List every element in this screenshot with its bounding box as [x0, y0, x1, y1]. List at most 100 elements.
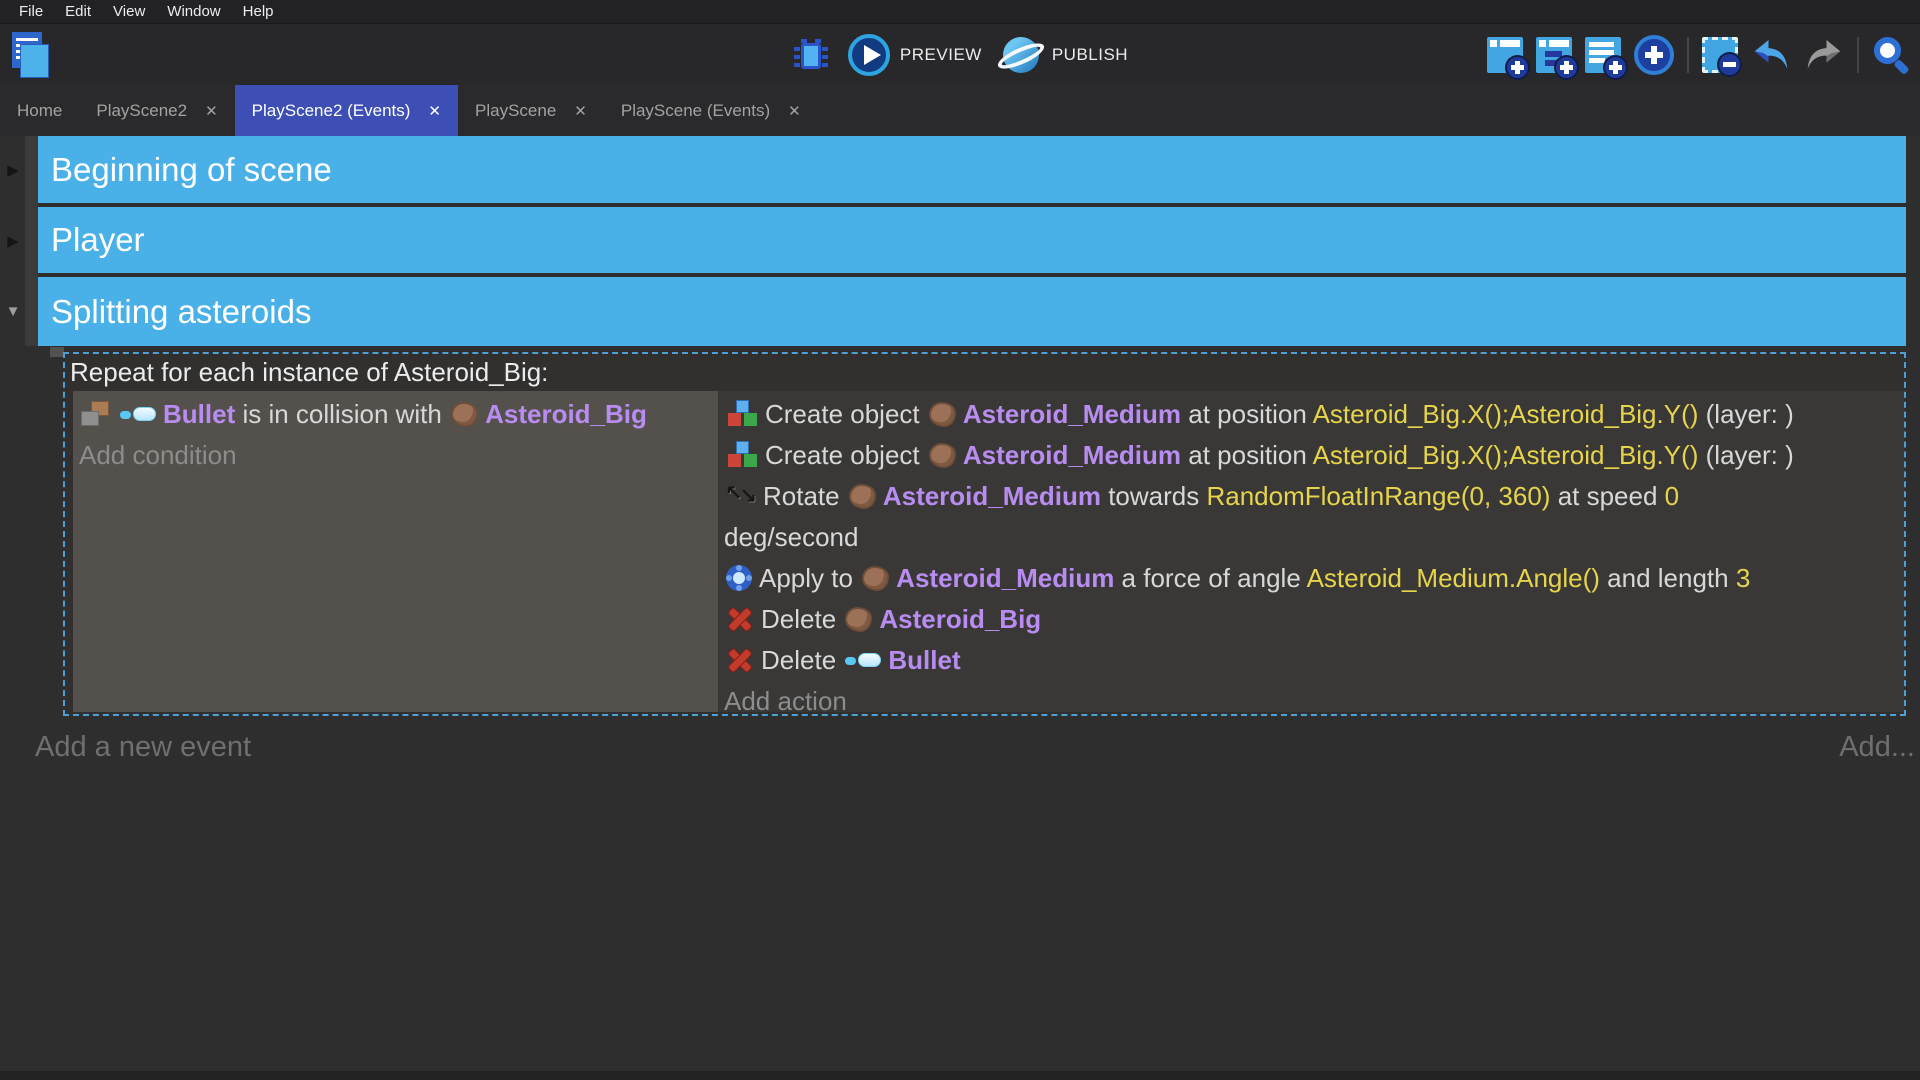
create-icon — [726, 439, 758, 471]
tab-playscene2[interactable]: PlayScene2 ✕ — [79, 85, 234, 136]
text-part: Create object — [765, 399, 927, 429]
tab-label: PlayScene2 — [96, 101, 187, 121]
event-drag-handle[interactable] — [50, 347, 64, 357]
tab-label: PlayScene (Events) — [621, 101, 770, 121]
text-part: Asteroid_Medium — [963, 440, 1181, 470]
tab-label: PlayScene — [475, 101, 556, 121]
close-icon[interactable]: ✕ — [205, 102, 218, 120]
add-event-button[interactable] — [1487, 37, 1523, 73]
undo-button[interactable] — [1751, 35, 1791, 75]
asteroid-icon — [929, 443, 956, 468]
text-part: Asteroid_Medium.Angle() — [1307, 563, 1600, 593]
tab-bar: Home PlayScene2 ✕ PlayScene2 (Events) ✕ … — [0, 85, 1920, 136]
collapse-arrow[interactable]: ▶ — [3, 207, 23, 274]
close-icon[interactable]: ✕ — [788, 102, 801, 120]
text-part: deg/second — [724, 522, 858, 552]
play-icon — [848, 34, 890, 76]
text-part: Delete — [761, 604, 843, 634]
menu-window[interactable]: Window — [156, 3, 231, 20]
add-subevent-button[interactable] — [1536, 37, 1572, 73]
horizontal-scrollbar[interactable] — [0, 1071, 1920, 1080]
menu-file[interactable]: File — [8, 3, 54, 20]
text-part: Asteroid_Big — [879, 604, 1041, 634]
publish-label: PUBLISH — [1052, 45, 1128, 65]
condition-row[interactable]: Bullet is in collision with Asteroid_Big — [79, 394, 712, 435]
event-group-splitting-asteroids[interactable]: Splitting asteroids — [38, 277, 1906, 346]
tab-playscene-events[interactable]: PlayScene (Events) ✕ — [604, 85, 818, 136]
bullet-icon — [845, 652, 881, 669]
undo-icon — [1751, 35, 1791, 75]
group-title: Player — [51, 221, 145, 259]
text-part: Bullet — [888, 645, 960, 675]
event-body: Bullet is in collision with Asteroid_Big… — [73, 391, 1904, 712]
text-part: and length — [1600, 563, 1736, 593]
tab-home[interactable]: Home — [0, 85, 79, 136]
menu-view[interactable]: View — [102, 3, 156, 20]
text-part: Rotate — [763, 481, 847, 511]
events-sheet: ▶ Beginning of scene ▶ Player ▼ Splittin… — [0, 136, 1920, 1071]
group-title: Beginning of scene — [51, 151, 332, 189]
action-row-rotate[interactable]: Rotate Asteroid_Medium towards RandomFlo… — [724, 476, 1900, 558]
event-group-beginning-of-scene[interactable]: Beginning of scene — [38, 136, 1906, 203]
text-part: at speed — [1550, 481, 1664, 511]
publish-button[interactable]: PUBLISH — [1000, 34, 1128, 76]
text-part: Delete — [761, 645, 843, 675]
action-row-create-2[interactable]: Create object Asteroid_Medium at positio… — [724, 435, 1900, 476]
text-part: Asteroid_Big — [485, 399, 647, 429]
action-row-delete-asteroid[interactable]: Delete Asteroid_Big — [724, 599, 1900, 640]
text-part: towards — [1101, 481, 1207, 511]
text-part: Bullet — [163, 399, 235, 429]
selected-event[interactable]: Repeat for each instance of Asteroid_Big… — [63, 352, 1906, 716]
event-gutter — [25, 136, 38, 346]
add-comment-button[interactable] — [1585, 37, 1621, 73]
toolbar-right — [1487, 24, 1912, 86]
delete-icon — [726, 605, 754, 633]
rotate-icon — [726, 481, 756, 511]
close-icon[interactable]: ✕ — [574, 102, 587, 120]
collapse-arrow[interactable]: ▶ — [3, 136, 23, 203]
redo-button[interactable] — [1804, 35, 1844, 75]
delete-selection-button[interactable] — [1702, 37, 1738, 73]
collision-icon — [81, 400, 111, 428]
action-row-delete-bullet[interactable]: Delete Bullet — [724, 640, 1900, 681]
search-icon — [1872, 35, 1912, 75]
add-more-link[interactable]: Add... — [1839, 731, 1915, 764]
event-group-player[interactable]: Player — [38, 207, 1906, 273]
search-button[interactable] — [1872, 35, 1912, 75]
add-subevent-icon — [1536, 37, 1572, 73]
action-row-create-1[interactable]: Create object Asteroid_Medium at positio… — [724, 394, 1900, 435]
add-condition-link[interactable]: Add condition — [79, 435, 712, 476]
tab-label: Home — [17, 101, 62, 121]
menu-edit[interactable]: Edit — [54, 3, 102, 20]
bullet-icon — [120, 406, 156, 423]
add-event-icon — [1487, 37, 1523, 73]
tab-playscene2-events[interactable]: PlayScene2 (Events) ✕ — [235, 85, 458, 136]
expand-arrow[interactable]: ▼ — [3, 277, 23, 346]
asteroid-icon — [451, 402, 478, 427]
menu-bar: File Edit View Window Help — [0, 0, 1920, 23]
text-part: (layer: ) — [1698, 399, 1793, 429]
repeat-header[interactable]: Repeat for each instance of Asteroid_Big… — [65, 354, 1904, 391]
preview-button[interactable]: PREVIEW — [848, 34, 982, 76]
redo-icon — [1804, 35, 1844, 75]
add-comment-icon — [1585, 37, 1621, 73]
group-title: Splitting asteroids — [51, 293, 311, 331]
gdevelop-window: File Edit View Window Help PREVIEW PUBLI… — [0, 0, 1920, 1080]
debug-icon — [792, 35, 830, 75]
text-part: is in collision with — [235, 399, 449, 429]
action-row-apply-force[interactable]: Apply to Asteroid_Medium a force of angl… — [724, 558, 1900, 599]
toolbar: PREVIEW PUBLISH — [0, 23, 1920, 86]
menu-help[interactable]: Help — [232, 3, 285, 20]
debug-button[interactable] — [792, 35, 830, 75]
circle-plus-icon — [1634, 35, 1674, 75]
asteroid-icon — [929, 402, 956, 427]
toolbar-separator — [1687, 37, 1689, 73]
text-part: Asteroid_Big.X();Asteroid_Big.Y() — [1313, 440, 1699, 470]
add-action-link[interactable]: Add action — [724, 681, 1900, 712]
tab-playscene[interactable]: PlayScene ✕ — [458, 85, 604, 136]
text-part: Create object — [765, 440, 927, 470]
add-more-button[interactable] — [1634, 35, 1674, 75]
close-icon[interactable]: ✕ — [428, 102, 441, 120]
selection-minus-icon — [1702, 37, 1738, 73]
add-new-event-link[interactable]: Add a new event — [35, 731, 251, 764]
